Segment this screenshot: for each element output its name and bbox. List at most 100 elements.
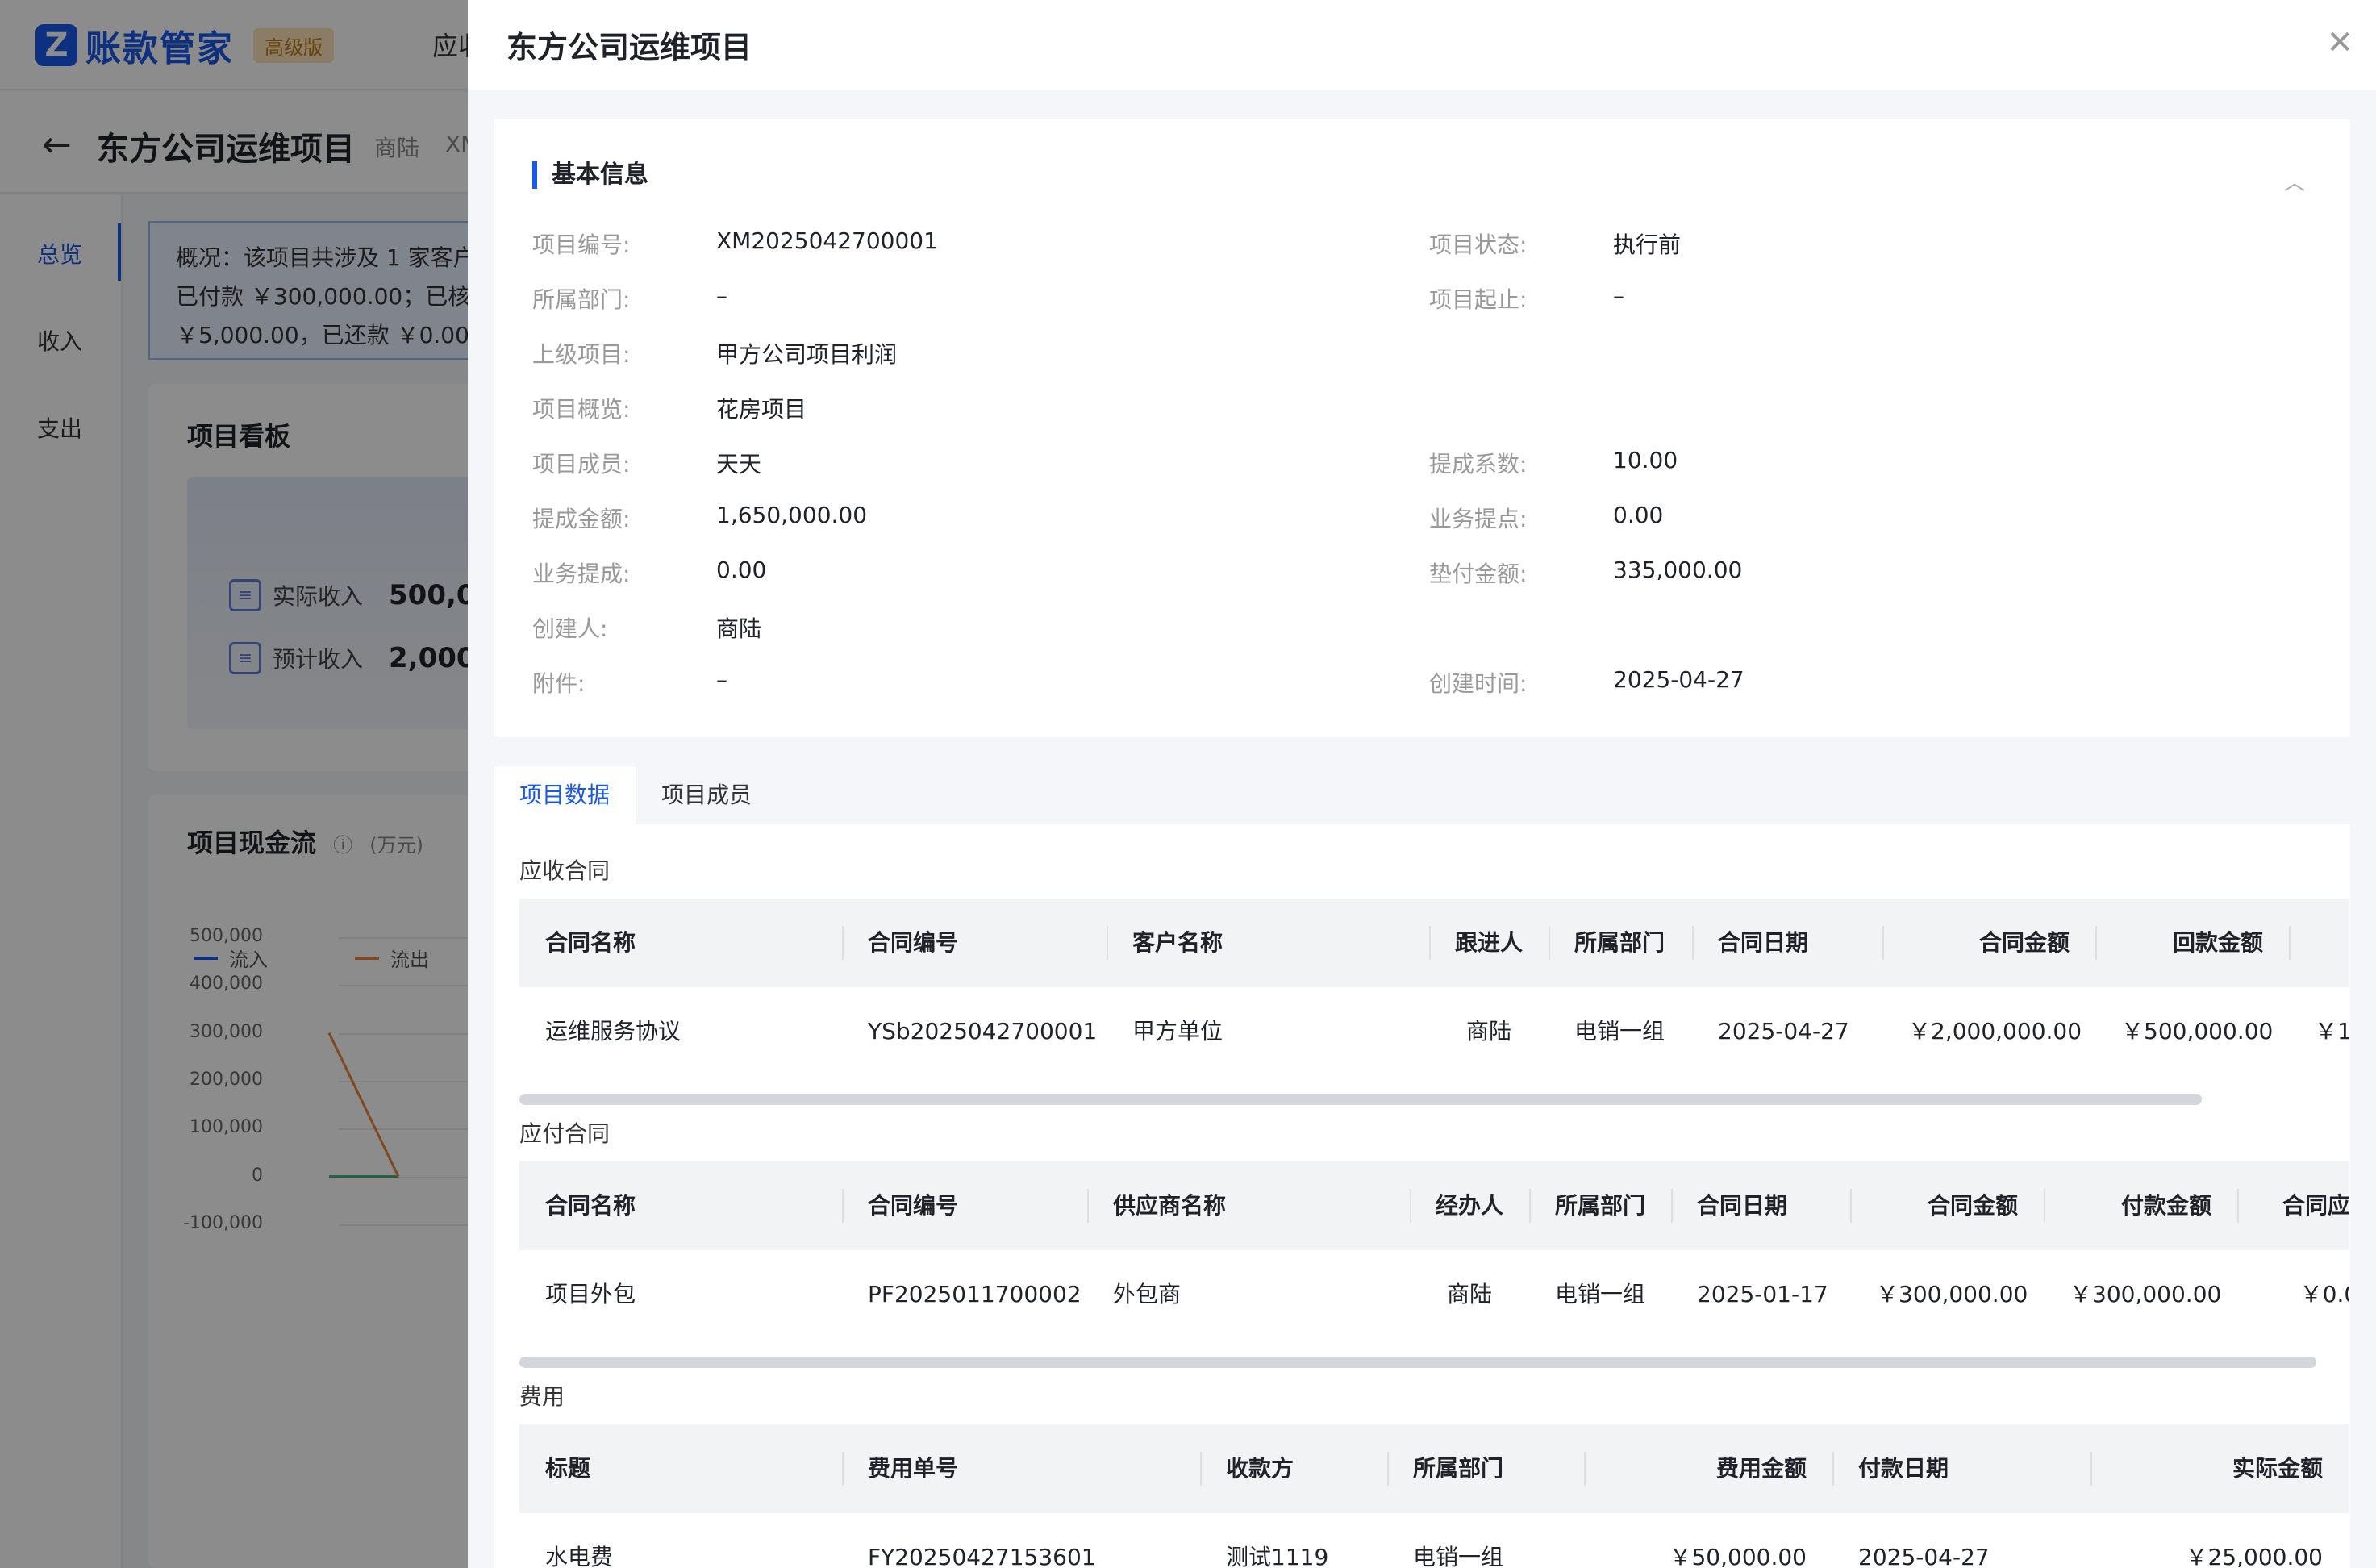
field-label: 项目成员:	[532, 451, 631, 477]
header-cell: 跟进人	[1455, 929, 1524, 956]
header-cell: 合同名称	[545, 1192, 636, 1219]
field-label: 提成系数:	[1429, 451, 1528, 477]
header-cell: 合同金额	[1978, 929, 2070, 956]
expenses-title: 费用	[519, 1383, 565, 1410]
field-label: 项目编号:	[532, 231, 631, 258]
table-cell: 2025-01-17	[1697, 1281, 1828, 1307]
header-cell: 所属部门	[1555, 1192, 1646, 1219]
field-value: 甲方公司项目利润	[716, 341, 898, 368]
header-cell: 供应商名称	[1113, 1192, 1227, 1219]
chevron-up-icon[interactable]: ︿	[2284, 166, 2305, 196]
field-value: 执行前	[1613, 231, 1682, 258]
field-value: XM2025042700001	[716, 227, 938, 254]
table-cell: 商陆	[1446, 1281, 1492, 1307]
header-cell: 合同编号	[868, 929, 959, 956]
header-cell: 收款方	[1226, 1455, 1294, 1482]
table-row[interactable]: 项目外包 PF2025011700002 外包商 商陆 电销一组 2025-01…	[519, 1250, 2349, 1339]
table-cell: ￥50,000.00	[1669, 1544, 1807, 1568]
table-cell: 测试1119	[1226, 1544, 1329, 1568]
tab-project-members[interactable]: 项目成员	[636, 766, 777, 824]
table-cell: YSb2025042700001	[868, 1018, 1098, 1045]
table-cell: 运维服务协议	[545, 1018, 682, 1045]
field-value: –	[1613, 282, 1624, 309]
header-cell: 客户名称	[1132, 929, 1223, 956]
tab-project-data[interactable]: 项目数据	[494, 766, 636, 824]
project-detail-drawer: 东方公司运维项目 ✕ 基本信息 ︿ 项目编号: XM2025042700001 …	[468, 0, 2376, 1568]
header-cell: 合同金额	[1927, 1192, 2018, 1219]
expenses-table[interactable]: 标题 费用单号 收款方 所属部门 费用金额 付款日期 实际金额 水电费 FY20…	[519, 1424, 2349, 1568]
field-value: 10.00	[1613, 447, 1678, 473]
table-cell: 水电费	[545, 1544, 614, 1568]
header-cell: 合同编号	[868, 1192, 959, 1219]
field-label: 业务提点:	[1429, 506, 1528, 532]
header-cell: 合同名称	[545, 929, 636, 956]
table-cell: ￥0.00	[2299, 1281, 2349, 1307]
table-cell: 甲方单位	[1132, 1018, 1223, 1045]
table-cell: ￥2,000,000.00	[1908, 1018, 2082, 1045]
header-cell: 回款金额	[2172, 929, 2263, 956]
basic-info-card: 基本信息 ︿ 项目编号: XM2025042700001 项目状态: 执行前 所…	[494, 119, 2350, 737]
receivable-table[interactable]: 合同名称 合同编号 客户名称 跟进人 所属部门 合同日期 合同金额 回款金额 运…	[519, 899, 2349, 1105]
tab-content: 应收合同 合同名称 合同编号 客户名称 跟进人 所属部门 合同日期 合同金额 回…	[494, 824, 2350, 1568]
table-cell: 2025-04-27	[1718, 1018, 1849, 1045]
field-label: 项目概览:	[532, 396, 631, 423]
field-label: 项目起止:	[1429, 286, 1528, 313]
header-cell: 合同日期	[1718, 929, 1809, 956]
field-label: 项目状态:	[1429, 231, 1528, 258]
header-cell: 合同应付	[2282, 1192, 2349, 1219]
receivable-title: 应收合同	[519, 857, 611, 884]
header-cell: 所属部门	[1574, 929, 1665, 956]
table-row[interactable]: 运维服务协议 YSb2025042700001 甲方单位 商陆 电销一组 202…	[519, 987, 2349, 1076]
close-icon[interactable]: ✕	[2326, 24, 2353, 61]
table-cell: ￥300,000.00	[2070, 1281, 2222, 1307]
field-value: 商陆	[716, 615, 762, 642]
field-label: 上级项目:	[532, 341, 631, 368]
table-cell: 商陆	[1465, 1018, 1511, 1045]
payable-table[interactable]: 合同名称 合同编号 供应商名称 经办人 所属部门 合同日期 合同金额 付款金额 …	[519, 1161, 2349, 1368]
horizontal-scrollbar[interactable]	[519, 1357, 2316, 1368]
field-value: –	[716, 282, 727, 309]
column-divider	[2289, 926, 2291, 960]
table-cell: PF2025011700002	[868, 1281, 1082, 1307]
basic-info-title: 基本信息	[532, 161, 648, 189]
header-cell: 付款金额	[2120, 1192, 2211, 1219]
table-cell: 外包商	[1113, 1281, 1182, 1307]
field-label: 业务提成:	[532, 561, 631, 587]
field-value: 天天	[716, 451, 762, 477]
table-row[interactable]: 水电费 FY20250427153601 测试1119 电销一组 ￥50,000…	[519, 1513, 2349, 1568]
table-cell: ￥1,	[2315, 1018, 2349, 1045]
header-cell: 费用金额	[1715, 1455, 1807, 1482]
drawer-header: 东方公司运维项目 ✕	[468, 0, 2376, 90]
table-cell: 电销一组	[1555, 1281, 1646, 1307]
field-label: 提成金额:	[532, 506, 631, 532]
header-cell: 付款日期	[1858, 1455, 1949, 1482]
field-label: 所属部门:	[532, 286, 631, 313]
payable-title: 应付合同	[519, 1120, 611, 1147]
table-header: 标题 费用单号 收款方 所属部门 费用金额 付款日期 实际金额	[519, 1424, 2349, 1513]
drawer-title: 东方公司运维项目	[506, 30, 752, 65]
field-value: 1,650,000.00	[716, 502, 868, 528]
header-cell: 标题	[545, 1455, 591, 1482]
table-header: 合同名称 合同编号 客户名称 跟进人 所属部门 合同日期 合同金额 回款金额	[519, 899, 2349, 987]
field-label: 创建时间:	[1429, 670, 1528, 697]
table-cell: 电销一组	[1413, 1544, 1504, 1568]
field-value: 2025-04-27	[1613, 666, 1744, 693]
table-cell: ￥300,000.00	[1876, 1281, 2028, 1307]
header-cell: 费用单号	[868, 1455, 959, 1482]
field-value: –	[716, 666, 727, 693]
horizontal-scrollbar[interactable]	[519, 1094, 2202, 1105]
field-label: 垫付金额:	[1429, 561, 1528, 587]
field-value: 花房项目	[716, 396, 807, 423]
field-label: 附件:	[532, 670, 586, 697]
field-label: 创建人:	[532, 615, 608, 642]
table-cell: ￥500,000.00	[2121, 1018, 2274, 1045]
table-cell: FY20250427153601	[868, 1544, 1096, 1568]
table-header: 合同名称 合同编号 供应商名称 经办人 所属部门 合同日期 合同金额 付款金额 …	[519, 1161, 2349, 1250]
field-value: 335,000.00	[1613, 557, 1743, 583]
table-cell: ￥25,000.00	[2185, 1544, 2323, 1568]
table-cell: 电销一组	[1574, 1018, 1665, 1045]
detail-tabs: 项目数据 项目成员	[494, 766, 2350, 824]
header-cell: 所属部门	[1413, 1455, 1504, 1482]
table-cell: 2025-04-27	[1858, 1544, 1990, 1568]
header-cell: 实际金额	[2232, 1455, 2323, 1482]
